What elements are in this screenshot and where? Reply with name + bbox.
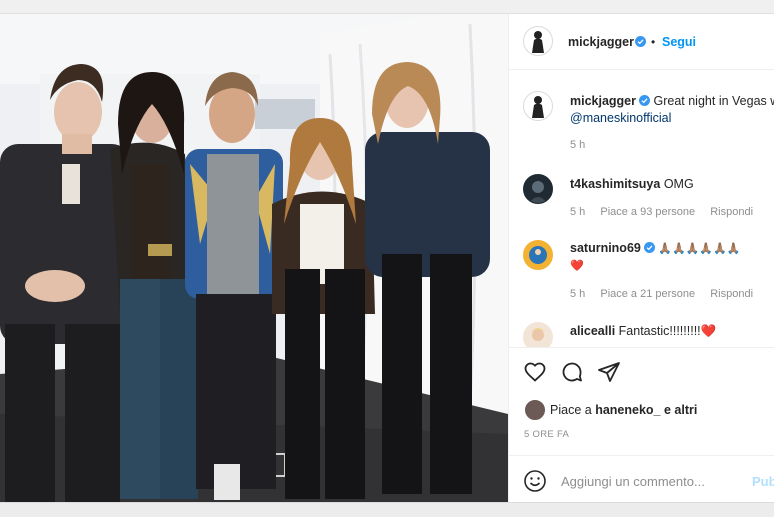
caption-text: Great night in Vegas with bbox=[654, 94, 774, 108]
comment-text: Fantastic!!!!!!!!! bbox=[619, 324, 701, 338]
post-side-panel: mickjagger • Segui mickjagger Great nigh… bbox=[508, 14, 774, 502]
heart-emoji: ❤️ bbox=[701, 324, 717, 338]
comment-input[interactable]: Aggiungi un commento... bbox=[561, 474, 705, 489]
comment-meta: 5 h Piace a 21 persone Rispondi bbox=[570, 288, 765, 300]
comment-line: alicealli Fantastic!!!!!!!!!❤️ bbox=[570, 324, 716, 339]
avatar-photo-icon bbox=[524, 175, 552, 203]
post-actions: Piace a haneneko_ e altri 5 ORE FA Aggiu… bbox=[509, 347, 774, 502]
comment-text: 🙏🏽🙏🏽🙏🏽🙏🏽🙏🏽🙏🏽 bbox=[658, 243, 740, 255]
comment: saturnino69 🙏🏽🙏🏽🙏🏽🙏🏽🙏🏽🙏🏽 ❤️ 5 h Piace a … bbox=[509, 238, 774, 308]
likes-prefix: Piace a bbox=[550, 403, 592, 417]
avatar[interactable] bbox=[523, 91, 553, 121]
comment: t4kashimitsuya OMG 5 h Piace a 93 person… bbox=[509, 172, 774, 222]
comment-meta: 5 h Piace a 93 persone Rispondi bbox=[570, 206, 765, 218]
caption-line: mickjagger Great night in Vegas with bbox=[570, 94, 774, 108]
post-timestamp: 5 ORE FA bbox=[524, 429, 569, 440]
likes-suffix[interactable]: e altri bbox=[664, 403, 697, 417]
avatar-silhouette-icon bbox=[524, 27, 552, 55]
heart-emoji: ❤️ bbox=[570, 260, 584, 272]
caption-time: 5 h bbox=[570, 139, 585, 151]
avatar[interactable] bbox=[525, 400, 545, 420]
comment-line: saturnino69 🙏🏽🙏🏽🙏🏽🙏🏽🙏🏽🙏🏽 bbox=[570, 241, 741, 255]
avatar-photo-icon bbox=[524, 241, 552, 269]
browser-top-strip bbox=[0, 0, 774, 14]
comment-likes[interactable]: Piace a 93 persone bbox=[600, 206, 695, 218]
caption-meta: 5 h bbox=[570, 139, 597, 151]
comment-line-2: ❤️ bbox=[570, 258, 584, 272]
comment-username[interactable]: t4kashimitsuya bbox=[570, 177, 660, 191]
verified-badge-icon bbox=[639, 95, 650, 106]
reply-button[interactable]: Rispondi bbox=[710, 288, 753, 300]
avatar[interactable] bbox=[523, 240, 553, 270]
browser-bottom-strip bbox=[0, 502, 774, 517]
comment-time: 5 h bbox=[570, 288, 585, 300]
likes-user[interactable]: haneneko_ bbox=[595, 403, 660, 417]
follow-button[interactable]: Segui bbox=[662, 35, 696, 49]
caption-mention-link[interactable]: @maneskinofficial bbox=[570, 111, 671, 125]
verified-badge-icon bbox=[635, 36, 646, 47]
avatar-silhouette-icon bbox=[524, 92, 552, 120]
caption-username[interactable]: mickjagger bbox=[570, 94, 636, 108]
heart-icon[interactable] bbox=[523, 360, 547, 384]
comment: alicealli Fantastic!!!!!!!!!❤️ bbox=[509, 320, 774, 347]
verified-badge-icon bbox=[644, 242, 655, 253]
caption-mention-line: @maneskinofficial bbox=[570, 111, 671, 125]
comment-username[interactable]: saturnino69 bbox=[570, 241, 641, 255]
comment-text: OMG bbox=[664, 177, 694, 191]
header-username[interactable]: mickjagger bbox=[568, 35, 634, 49]
comment-likes[interactable]: Piace a 21 persone bbox=[600, 288, 695, 300]
photo-illustration bbox=[0, 14, 508, 502]
reply-button[interactable]: Rispondi bbox=[710, 206, 753, 218]
avatar[interactable] bbox=[523, 174, 553, 204]
comment-username[interactable]: alicealli bbox=[570, 324, 615, 338]
add-comment-bar: Aggiungi un commento... Pubblica bbox=[509, 455, 774, 502]
post-header: mickjagger • Segui bbox=[509, 14, 774, 70]
share-icon[interactable] bbox=[597, 360, 621, 384]
post-photo[interactable] bbox=[0, 14, 508, 502]
comment-time: 5 h bbox=[570, 206, 585, 218]
caption: mickjagger Great night in Vegas with @ma… bbox=[509, 87, 774, 147]
comment-line: t4kashimitsuya OMG bbox=[570, 177, 694, 191]
avatar[interactable] bbox=[523, 26, 553, 56]
publish-button[interactable]: Pubblica bbox=[752, 474, 774, 489]
comment-icon[interactable] bbox=[560, 360, 584, 384]
likes-summary: Piace a haneneko_ e altri bbox=[550, 403, 697, 417]
header-separator: • bbox=[651, 35, 655, 49]
emoji-icon[interactable] bbox=[523, 469, 547, 493]
